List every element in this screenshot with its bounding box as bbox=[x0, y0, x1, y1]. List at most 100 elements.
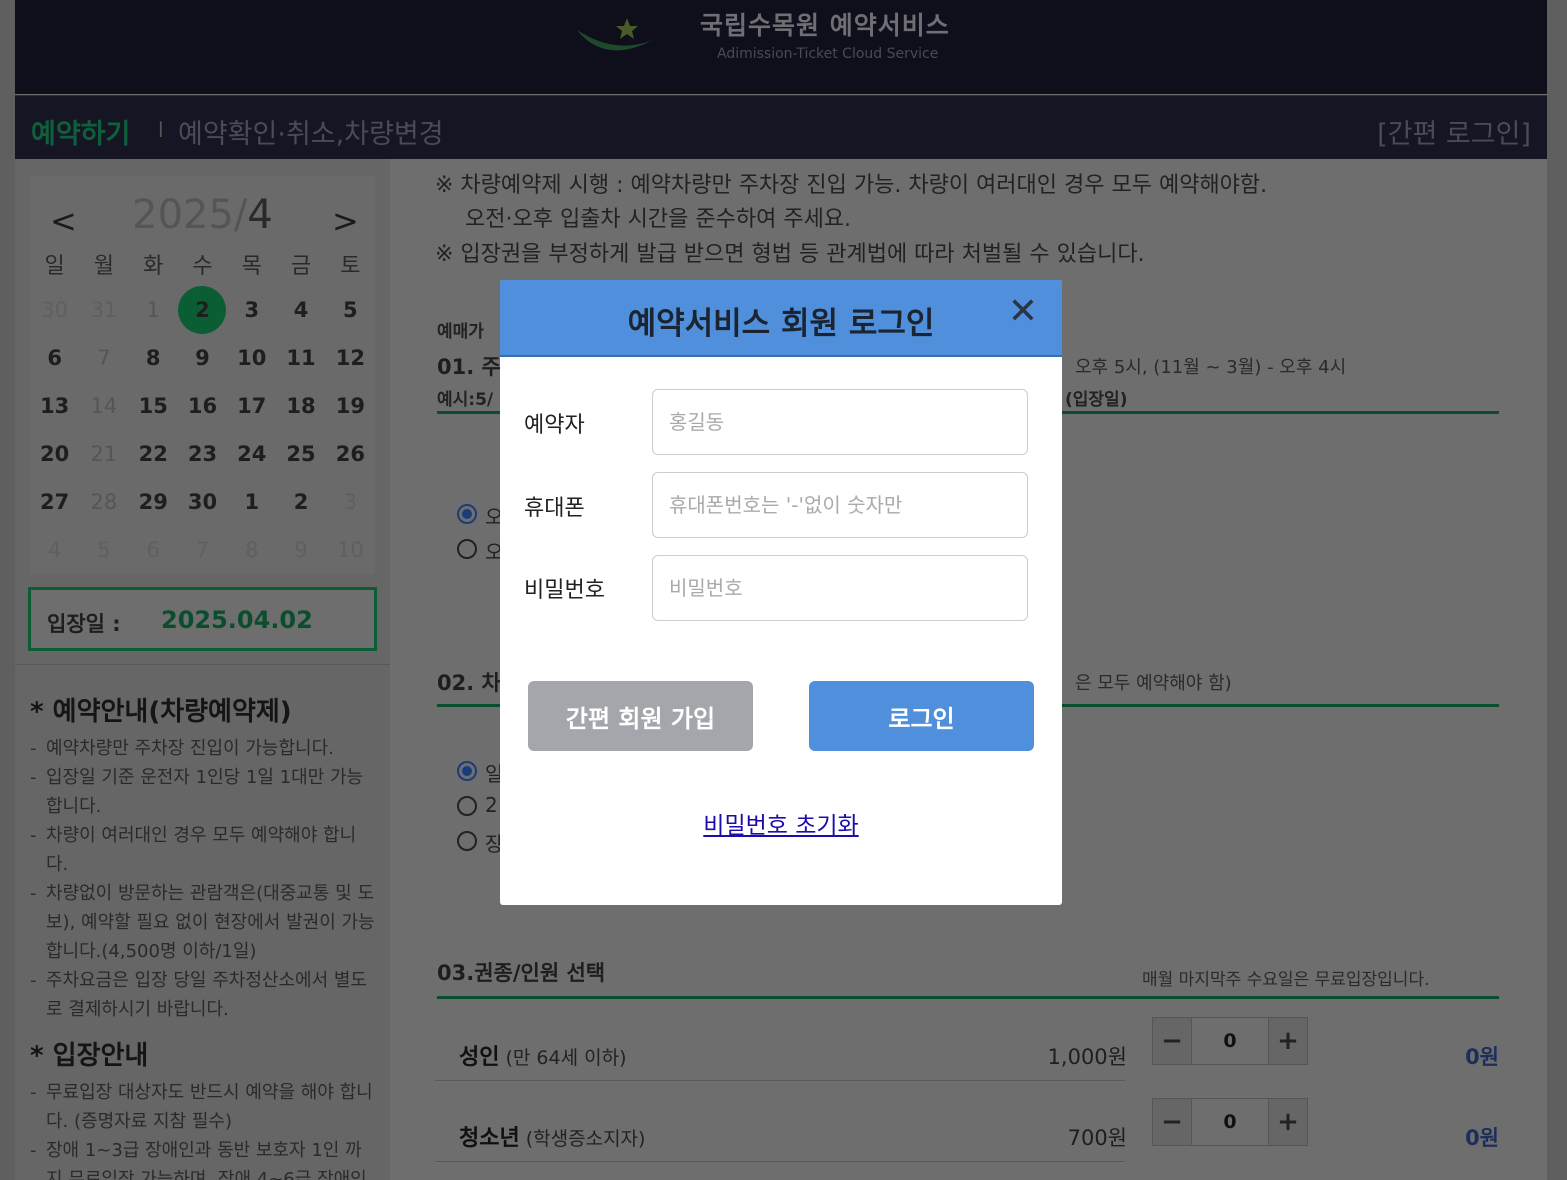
calendar-day: 14 bbox=[90, 394, 118, 418]
calendar-day: 28 bbox=[90, 490, 118, 514]
calendar-week: 30 31 1 2 3 4 5 bbox=[30, 286, 375, 334]
calendar-day[interactable]: 13 bbox=[30, 382, 79, 430]
calendar-day[interactable]: 6 bbox=[30, 334, 79, 382]
time-option-radio[interactable] bbox=[457, 504, 477, 524]
calendar-day[interactable]: 22 bbox=[129, 430, 178, 478]
ticket-desc: (학생증소지자) bbox=[525, 1128, 646, 1150]
close-icon[interactable]: ✕ bbox=[1008, 294, 1038, 330]
nav-reserve-link[interactable]: 예약하기 bbox=[31, 112, 130, 151]
reset-password-link[interactable]: 비밀번호 초기화 bbox=[703, 813, 858, 839]
calendar-prev-button[interactable]: < bbox=[50, 202, 77, 240]
ticket-desc: (만 64세 이하) bbox=[505, 1047, 627, 1069]
calendar-day[interactable]: 12 bbox=[326, 334, 375, 382]
guide-item: 차량이 여러대인 경우 모두 예약해야 합니다. bbox=[30, 821, 375, 879]
section1-note: 오후 5시, (11월 ~ 3월) - 오후 4시 bbox=[1075, 357, 1347, 378]
calendar-day: 1 bbox=[146, 298, 160, 322]
calendar-day[interactable]: 11 bbox=[276, 334, 325, 382]
calendar-day[interactable]: 4 bbox=[276, 286, 325, 334]
calendar-day[interactable]: 18 bbox=[276, 382, 325, 430]
calendar-day: 7 bbox=[97, 346, 111, 370]
calendar-day[interactable]: 24 bbox=[227, 430, 276, 478]
vehicle-option-label: 2 bbox=[485, 793, 498, 817]
entry-guide: * 입장안내 무료입장 대상자도 반드시 예약을 해야 합니다. (증명자료 지… bbox=[30, 1035, 375, 1180]
sidebar-divider bbox=[15, 664, 390, 665]
calendar-day: 31 bbox=[90, 298, 118, 322]
section2-title: 02. 차 bbox=[437, 671, 501, 695]
calendar-day[interactable]: 16 bbox=[178, 382, 227, 430]
calendar-grid: 30 31 1 2 3 4 5 6 7 8 9 10 11 12 13 14 1… bbox=[30, 286, 375, 574]
calendar-day: 4 bbox=[47, 538, 62, 562]
modal-header: 예약서비스 회원 로그인 ✕ bbox=[500, 280, 1062, 357]
calendar-day: 6 bbox=[146, 538, 160, 562]
nav-easy-login-link[interactable]: [간편 로그인] bbox=[1377, 112, 1531, 151]
ticket-price: 700원 bbox=[1067, 1126, 1127, 1150]
sidebar: 2025/4 < > 일 월 화 수 목 금 토 30 31 1 2 3 4 5… bbox=[15, 159, 390, 1180]
calendar-day[interactable]: 27 bbox=[30, 478, 79, 526]
calendar-day[interactable]: 9 bbox=[178, 334, 227, 382]
nav-separator: l bbox=[158, 118, 164, 142]
join-button[interactable]: 간편 회원 가입 bbox=[528, 681, 753, 751]
calendar-day[interactable]: 29 bbox=[129, 478, 178, 526]
calendar-day[interactable]: 20 bbox=[30, 430, 79, 478]
calendar-day[interactable]: 26 bbox=[326, 430, 375, 478]
password-label: 비밀번호 bbox=[524, 578, 605, 603]
guide-item: 예약차량만 주차장 진입이 가능합니다. bbox=[30, 734, 375, 763]
name-label: 예약자 bbox=[524, 413, 585, 438]
section1-example: 예시:5/ bbox=[437, 390, 494, 410]
guide-item: 차량없이 방문하는 관람객은(대중교통 및 도보), 예약할 필요 없이 현장에… bbox=[30, 879, 375, 966]
ticket-price: 1,000원 bbox=[1047, 1045, 1127, 1069]
login-button[interactable]: 로그인 bbox=[809, 681, 1034, 751]
reset-password-container: 비밀번호 초기화 bbox=[500, 806, 1062, 840]
calendar-day[interactable]: 17 bbox=[227, 382, 276, 430]
increment-button[interactable]: + bbox=[1269, 1099, 1307, 1145]
name-field[interactable] bbox=[652, 389, 1028, 455]
scrollbar-track[interactable] bbox=[1547, 0, 1567, 1180]
weekday-thu: 목 bbox=[241, 254, 262, 279]
quantity-stepper: − 0 + bbox=[1152, 1017, 1308, 1065]
quantity-value[interactable]: 0 bbox=[1191, 1018, 1269, 1064]
calendar-day[interactable]: 25 bbox=[276, 430, 325, 478]
calendar-day[interactable]: 3 bbox=[227, 286, 276, 334]
phone-field[interactable] bbox=[652, 472, 1028, 538]
calendar-day[interactable]: 10 bbox=[227, 334, 276, 382]
calendar-day[interactable]: 8 bbox=[129, 334, 178, 382]
calendar-day[interactable]: 2 bbox=[276, 478, 325, 526]
decrement-button[interactable]: − bbox=[1153, 1099, 1191, 1145]
calendar-day[interactable]: 15 bbox=[129, 382, 178, 430]
weekday-wed: 수 bbox=[192, 254, 213, 279]
calendar: 2025/4 < > 일 월 화 수 목 금 토 30 31 1 2 3 4 5… bbox=[30, 176, 375, 574]
entry-date-label: 입장일 : bbox=[47, 612, 121, 636]
site-subtitle: Adimission-Ticket Cloud Service bbox=[717, 46, 939, 62]
calendar-day[interactable]: 19 bbox=[326, 382, 375, 430]
calendar-week: 27 28 29 30 1 2 3 bbox=[30, 478, 375, 526]
notice-penalty: ※ 입장권을 부정하게 발급 받으면 형법 등 관계법에 따라 처벌될 수 있습… bbox=[435, 242, 1145, 267]
decrement-button[interactable]: − bbox=[1153, 1018, 1191, 1064]
increment-button[interactable]: + bbox=[1269, 1018, 1307, 1064]
vehicle-option-radio[interactable] bbox=[457, 761, 477, 781]
time-option-radio[interactable] bbox=[457, 539, 477, 559]
ticket-name: 성인 (만 64세 이하) bbox=[459, 1039, 627, 1071]
quantity-value[interactable]: 0 bbox=[1191, 1099, 1269, 1145]
calendar-day-selected[interactable]: 2 bbox=[178, 286, 227, 334]
left-gutter bbox=[0, 0, 15, 1180]
notice-vehicle: ※ 차량예약제 시행 : 예약차량만 주차장 진입 가능. 차량이 여러대인 경… bbox=[435, 173, 1268, 198]
password-field[interactable] bbox=[652, 555, 1028, 621]
vehicle-option-radio[interactable] bbox=[457, 796, 477, 816]
calendar-next-button[interactable]: > bbox=[332, 202, 359, 240]
ticket-name-text: 성인 bbox=[459, 1045, 500, 1070]
section3-title: 03.권종/인원 선택 bbox=[437, 961, 606, 985]
calendar-day[interactable]: 1 bbox=[227, 478, 276, 526]
weekday-mon: 월 bbox=[93, 254, 115, 279]
calendar-day[interactable]: 30 bbox=[178, 478, 227, 526]
nav-bar: 예약하기 l 예약확인·취소,차량변경 [간편 로그인] bbox=[15, 95, 1547, 159]
vehicle-option-radio[interactable] bbox=[457, 831, 477, 851]
calendar-title: 2025/4 bbox=[30, 192, 375, 238]
calendar-day[interactable]: 23 bbox=[178, 430, 227, 478]
nav-check-cancel-link[interactable]: 예약확인·취소,차량변경 bbox=[178, 112, 444, 151]
calendar-day: 7 bbox=[195, 538, 210, 562]
calendar-day: 9 bbox=[294, 538, 308, 562]
site-title: 국립수목원 예약서비스 bbox=[700, 11, 950, 40]
weekday-fri: 금 bbox=[290, 254, 312, 279]
calendar-day[interactable]: 5 bbox=[326, 286, 375, 334]
ticket-name-text: 청소년 bbox=[459, 1126, 520, 1151]
